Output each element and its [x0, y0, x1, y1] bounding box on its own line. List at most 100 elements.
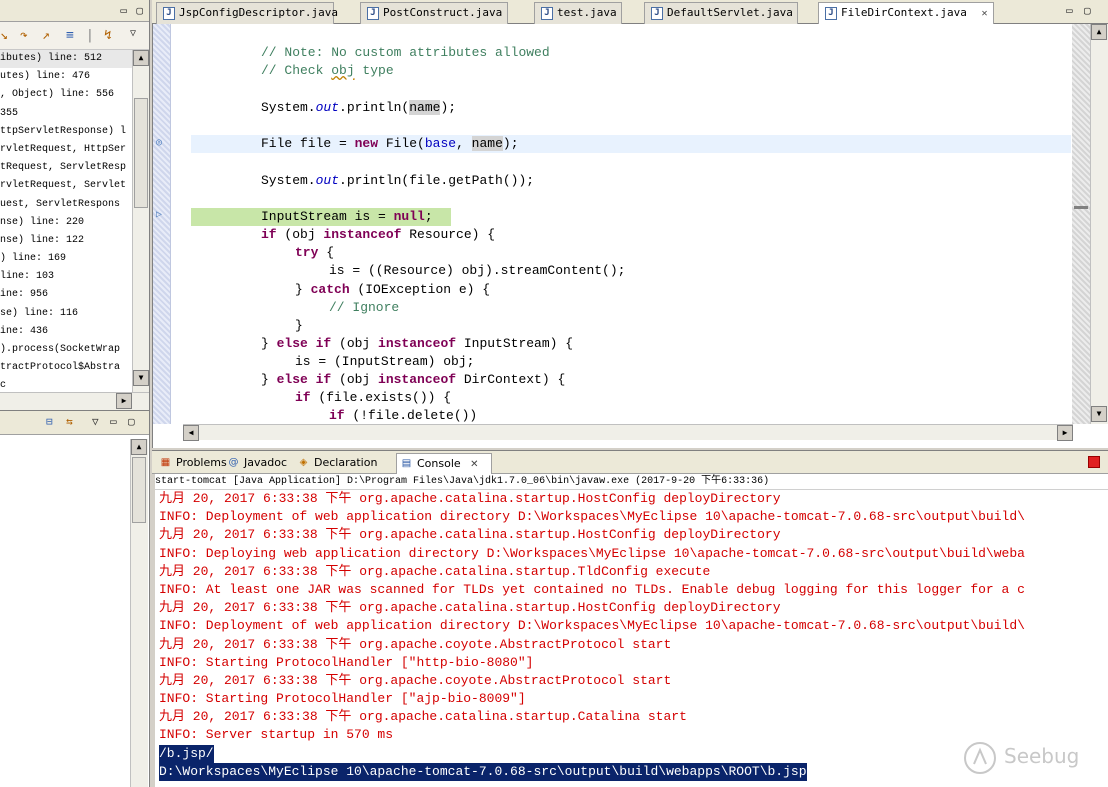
- occurrence-highlight: name: [409, 100, 441, 115]
- occurrence-highlight: name: [471, 136, 503, 151]
- collapse-all-icon[interactable]: ⊟: [46, 415, 53, 428]
- java-file-icon: J: [163, 7, 175, 20]
- console-line: 九月 20, 2017 6:33:38 下午 org.apache.catali…: [159, 600, 781, 616]
- stack-horizontal-scrollbar[interactable]: ▶: [0, 392, 149, 410]
- code-line[interactable]: } else if (obj instanceof InputStream) {: [261, 335, 573, 353]
- minimize-icon[interactable]: ▭: [120, 4, 127, 17]
- tab-problems[interactable]: ▦ Problems: [156, 453, 227, 474]
- console-tab-bar: ▦ Problems @ Javadoc ◈ Declaration ▤ Con…: [152, 450, 1108, 474]
- code-line[interactable]: InputStream is = null;: [261, 208, 433, 226]
- stack-frame-row[interactable]: line: 103: [0, 268, 132, 286]
- code-line[interactable]: if (file.exists()) {: [295, 389, 451, 407]
- code-text: InputStream is =: [261, 209, 394, 224]
- stack-frame-row[interactable]: ) line: 169: [0, 250, 132, 268]
- view-menu-chevron-icon[interactable]: ▽: [92, 415, 99, 428]
- step-over-icon[interactable]: ↷: [20, 28, 28, 43]
- scroll-down-icon[interactable]: ▼: [133, 370, 149, 386]
- maximize-icon[interactable]: ▢: [136, 4, 143, 17]
- stack-frame-row[interactable]: utes) line: 476: [0, 68, 132, 86]
- code-editor[interactable]: ◎ ▷ // Note: No custom attributes allowe…: [152, 24, 1108, 448]
- stack-frame-row[interactable]: nse) line: 220: [0, 214, 132, 232]
- outline-vertical-scrollbar[interactable]: ▲: [130, 439, 148, 787]
- scroll-down-icon[interactable]: ▼: [1091, 406, 1107, 422]
- scroll-up-icon[interactable]: ▲: [133, 50, 149, 66]
- code-line[interactable]: System.out.println(name);: [261, 99, 456, 117]
- code-line[interactable]: }: [295, 317, 303, 335]
- stack-frame-row[interactable]: 355: [0, 105, 132, 123]
- tab-declaration[interactable]: ◈ Declaration: [294, 453, 378, 474]
- stack-frame-row[interactable]: ine: 436: [0, 323, 132, 341]
- code-line[interactable]: try {: [295, 244, 334, 262]
- minimize-icon[interactable]: ▭: [110, 415, 117, 428]
- stack-frame-row[interactable]: , Object) line: 556: [0, 86, 132, 104]
- tab-defaultservlet[interactable]: J DefaultServlet.java: [644, 2, 798, 24]
- tab-filedircontext[interactable]: J FileDirContext.java ✕: [818, 2, 994, 25]
- stack-frame-row[interactable]: ibutes) line: 512: [0, 50, 132, 69]
- stack-frame-row[interactable]: rvletRequest, HttpSer: [0, 141, 132, 159]
- scroll-right-icon[interactable]: ▶: [116, 393, 132, 409]
- tab-label: Javadoc: [244, 456, 287, 469]
- stack-frame-row[interactable]: uest, ServletRespons: [0, 196, 132, 214]
- keyword: null: [393, 209, 425, 224]
- tab-label: Problems: [176, 456, 227, 469]
- stack-frame-row[interactable]: nse) line: 122: [0, 232, 132, 250]
- tab-javadoc[interactable]: @ Javadoc: [224, 453, 288, 474]
- scroll-up-icon[interactable]: ▲: [1091, 24, 1107, 40]
- console-icon: ▤: [401, 458, 412, 469]
- code-text: is = ((Resource) obj).streamContent();: [329, 263, 626, 278]
- scroll-thumb[interactable]: [132, 457, 146, 523]
- stack-frame-row[interactable]: ine: 956: [0, 286, 132, 304]
- stack-frame-row[interactable]: se) line: 116: [0, 305, 132, 323]
- code-text: File(: [378, 136, 425, 151]
- stack-frame-row[interactable]: tractProtocol$Abstra: [0, 359, 132, 377]
- editor-horizontal-scrollbar[interactable]: ◀ ▶: [183, 424, 1073, 441]
- code-text: }: [295, 318, 303, 333]
- scroll-up-icon[interactable]: ▲: [131, 439, 147, 455]
- code-line[interactable]: is = (InputStream) obj;: [295, 353, 474, 371]
- tab-postconstruct[interactable]: J PostConstruct.java: [360, 2, 508, 24]
- debug-stack-panel: ▭ ▢ ↘ ↷ ↗ ≡ | ↯ ▽ ibutes) line: 512 utes)…: [0, 0, 150, 410]
- tab-test[interactable]: J test.java: [534, 2, 622, 24]
- scroll-right-icon[interactable]: ▶: [1057, 425, 1073, 441]
- stack-frame-row[interactable]: tRequest, ServletResp: [0, 159, 132, 177]
- code-line[interactable]: if (obj instanceof Resource) {: [261, 226, 495, 244]
- code-line[interactable]: } else if (obj instanceof DirContext) {: [261, 371, 565, 389]
- code-line[interactable]: File file = new File(base, name);: [261, 135, 519, 153]
- close-tab-icon[interactable]: ✕: [981, 8, 987, 19]
- code-text: }: [261, 372, 277, 387]
- tab-jspconfigdescriptor[interactable]: J JspConfigDescriptor.java: [156, 2, 338, 24]
- step-into-icon[interactable]: ↘: [0, 28, 8, 43]
- minimize-icon[interactable]: ▭: [1066, 4, 1073, 17]
- tab-label: PostConstruct.java: [383, 6, 503, 19]
- terminate-icon[interactable]: [1088, 456, 1100, 468]
- stack-frame-row[interactable]: rvletRequest, Servlet: [0, 177, 132, 195]
- maximize-icon[interactable]: ▢: [1084, 4, 1091, 17]
- scroll-left-icon[interactable]: ◀: [183, 425, 199, 441]
- code-line[interactable]: } catch (IOException e) {: [295, 281, 490, 299]
- editor-vertical-scrollbar[interactable]: ▲ ▼: [1090, 24, 1108, 424]
- link-editor-icon[interactable]: ⇆: [66, 415, 73, 428]
- stack-frame-row[interactable]: ).process(SocketWrap: [0, 341, 132, 359]
- step-return-icon[interactable]: ↗: [42, 28, 50, 43]
- code-line[interactable]: if (!file.delete()): [329, 407, 477, 425]
- view-menu-chevron-icon[interactable]: ▽: [130, 28, 136, 39]
- editor-tab-bar: J JspConfigDescriptor.java J PostConstru…: [152, 0, 1108, 25]
- drop-to-frame-icon[interactable]: ≡: [66, 28, 74, 43]
- stack-vertical-scrollbar[interactable]: ▲ ▼: [132, 50, 149, 392]
- code-line[interactable]: is = ((Resource) obj).streamContent();: [329, 262, 625, 280]
- java-file-icon: J: [541, 7, 553, 20]
- scroll-thumb[interactable]: [134, 98, 148, 208]
- outline-panel: ⊟ ⇆ ▽ ▭ ▢ ▲: [0, 410, 150, 787]
- code-line[interactable]: // Ignore: [329, 299, 399, 317]
- code-line[interactable]: System.out.println(file.getPath());: [261, 172, 534, 190]
- code-line[interactable]: // Note: No custom attributes allowed: [261, 44, 550, 62]
- maximize-icon[interactable]: ▢: [128, 415, 135, 428]
- use-step-filters-icon[interactable]: ↯: [104, 28, 112, 43]
- console-line: 九月 20, 2017 6:33:38 下午 org.apache.catali…: [159, 709, 687, 725]
- stack-frame-row[interactable]: ttpServletResponse) l: [0, 123, 132, 141]
- code-text: InputStream) {: [456, 336, 574, 351]
- stack-frame-row[interactable]: c: [0, 377, 132, 392]
- tab-console[interactable]: ▤ Console ✕: [396, 453, 492, 474]
- code-line[interactable]: // Check obj type: [261, 62, 394, 80]
- close-tab-icon[interactable]: ✕: [470, 459, 478, 470]
